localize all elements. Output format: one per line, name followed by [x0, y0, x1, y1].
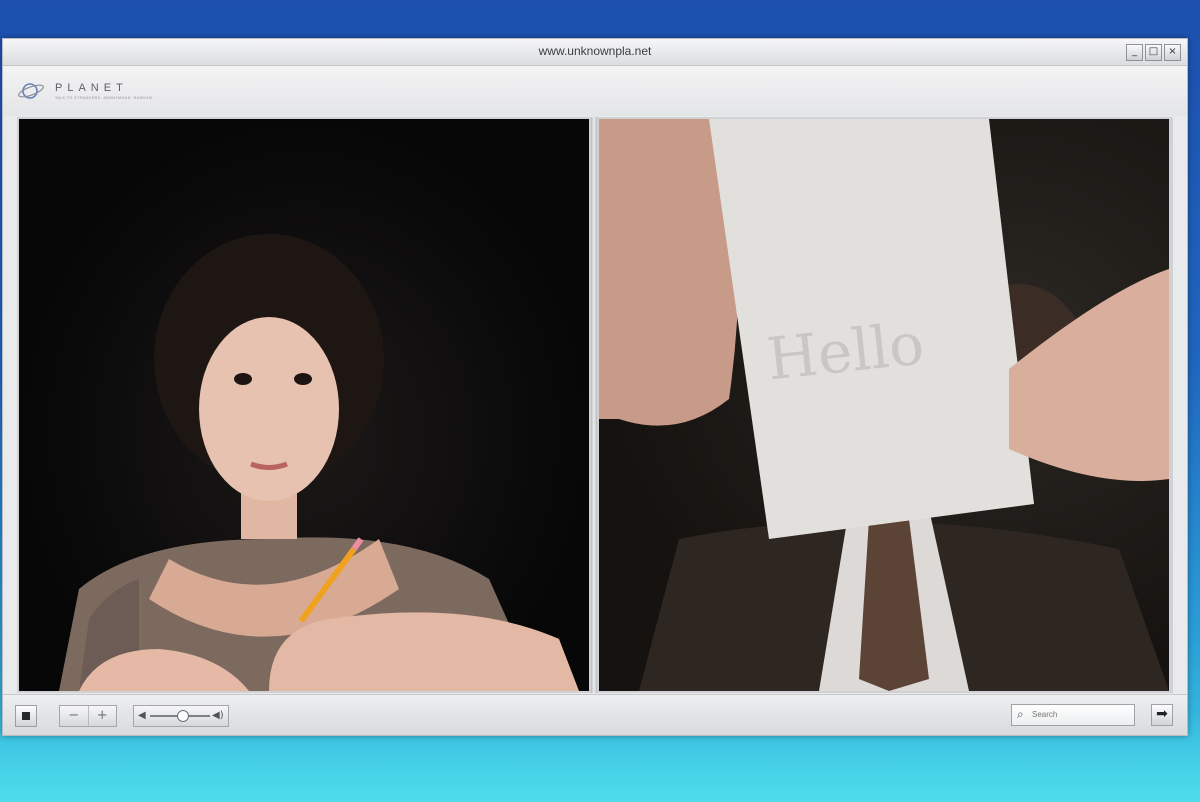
brand-bar: PLANET TALK TO STRANGERS. ANONYMOUS. RAN… — [3, 66, 1187, 116]
volume-slider[interactable]: ◀ ◀) — [133, 705, 229, 727]
video-divider — [591, 117, 597, 693]
stop-button[interactable] — [15, 705, 37, 727]
planet-logo-icon — [18, 83, 44, 99]
person-video-icon: Hello — [599, 119, 1169, 691]
title-bar[interactable]: www.unknownpla.net _ □ × — [3, 39, 1187, 66]
brand-tagline: TALK TO STRANGERS. ANONYMOUS. RANDOM. — [55, 96, 154, 100]
brand-name: PLANET — [55, 82, 128, 94]
zoom-in-button[interactable]: + — [89, 706, 117, 726]
volume-up-icon: ◀) — [212, 710, 224, 721]
volume-thumb[interactable] — [177, 710, 189, 722]
zoom-out-button[interactable]: − — [60, 706, 89, 726]
search-field[interactable]: ⌕ — [1011, 704, 1135, 726]
maximize-button[interactable]: □ — [1145, 44, 1162, 61]
zoom-controls: − + — [59, 705, 117, 727]
person-video-icon — [59, 234, 579, 691]
window-controls: _ □ × — [1126, 44, 1181, 61]
go-button[interactable]: ➡ — [1151, 704, 1173, 726]
video-chat-area: Hello — [17, 117, 1173, 693]
volume-down-icon: ◀ — [138, 710, 146, 721]
window-title: www.unknownpla.net — [538, 44, 652, 58]
search-input[interactable] — [1032, 707, 1128, 721]
browser-window: www.unknownpla.net _ □ × PLANET TALK TO … — [2, 38, 1188, 736]
search-icon: ⌕ — [1017, 707, 1024, 721]
left-video-feed[interactable] — [19, 119, 589, 691]
close-button[interactable]: × — [1164, 44, 1181, 61]
minimize-button[interactable]: _ — [1126, 44, 1143, 61]
control-bar: − + ◀ ◀) ⌕ ➡ — [3, 694, 1187, 735]
right-video-feed[interactable]: Hello — [599, 119, 1169, 691]
